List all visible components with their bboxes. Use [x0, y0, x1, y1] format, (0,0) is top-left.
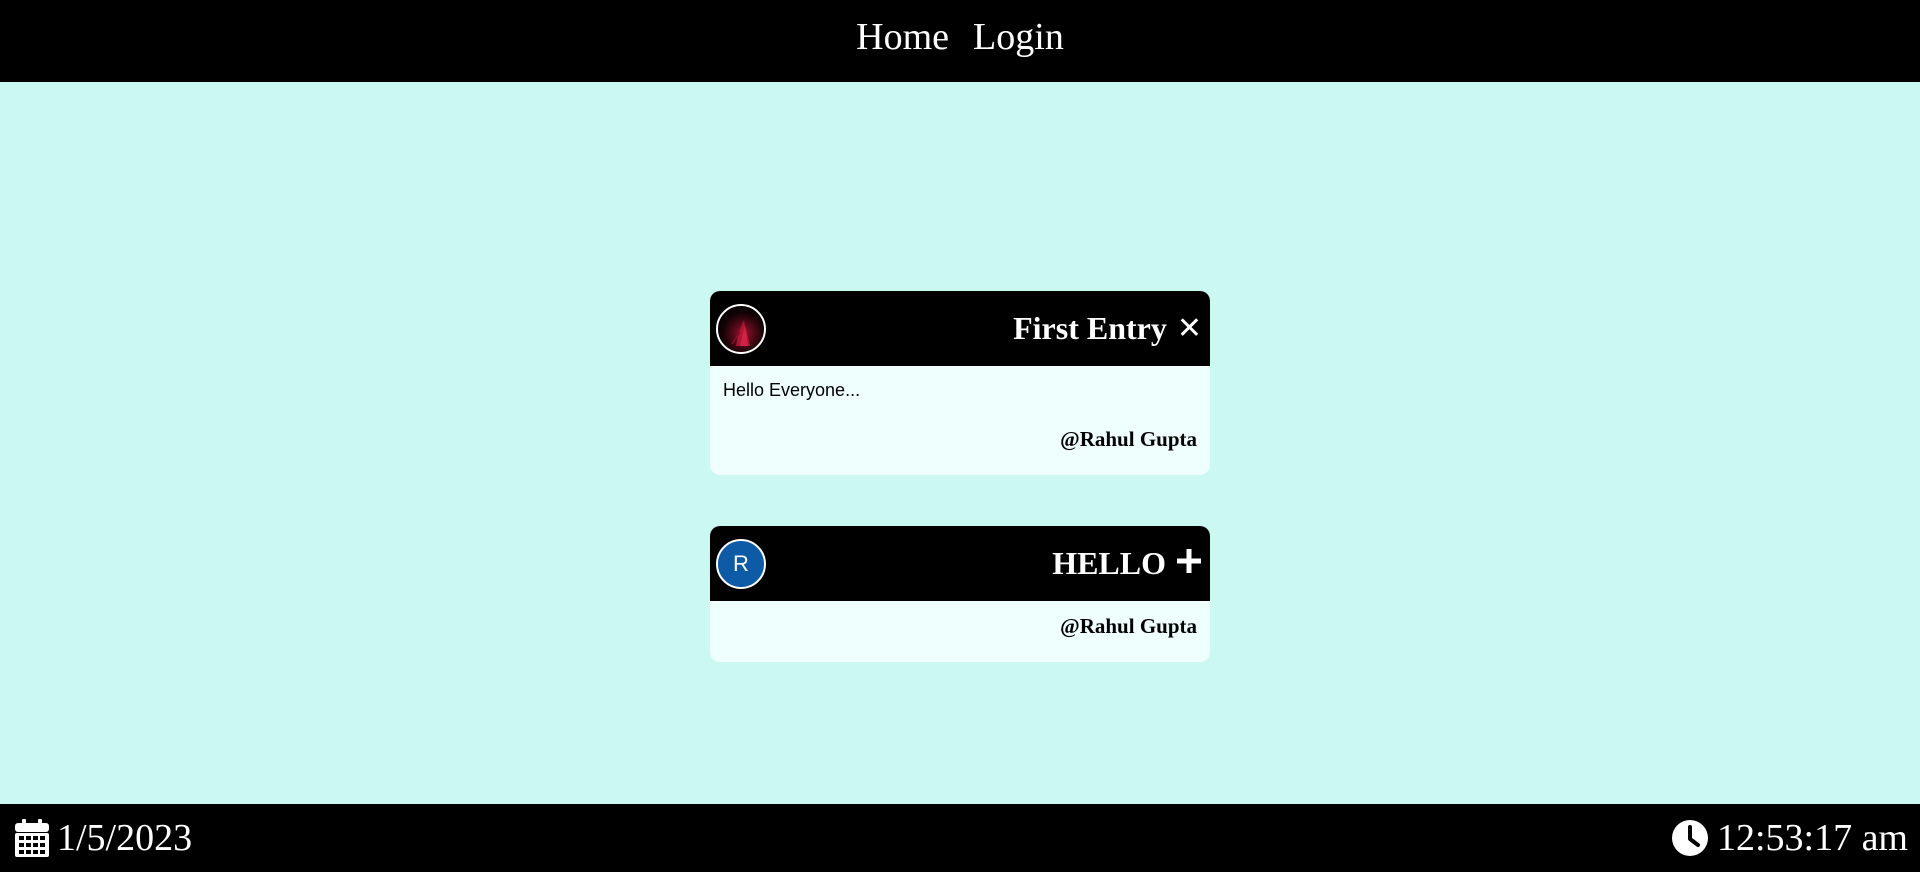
note-card-header: First Entry ✕ [710, 291, 1210, 366]
nav-home-link[interactable]: Home [856, 15, 949, 59]
avatar [716, 303, 766, 354]
note-author: @Rahul Gupta [1060, 614, 1197, 638]
note-body: Hello Everyone... [723, 380, 861, 400]
avatar-image [731, 319, 750, 346]
note-author: @Rahul Gupta [1060, 427, 1197, 451]
note-title: First Entry [1013, 310, 1167, 346]
clock-icon [1671, 820, 1708, 856]
date-display: 1/5/2023 [15, 816, 192, 860]
note-card-header: R HELLO [710, 526, 1210, 601]
close-icon[interactable]: ✕ [1177, 313, 1202, 344]
footer-bar: 1/5/2023 12:53:17 am [0, 804, 1920, 872]
note-title: HELLO [1052, 545, 1166, 581]
note-card: R HELLO @Rahul Gupta [710, 526, 1210, 662]
plus-icon-glyph [1177, 548, 1201, 573]
calendar-icon [15, 819, 49, 857]
nav-login-link[interactable]: Login [973, 15, 1064, 59]
note-card: First Entry ✕ Hello Everyone... @Rahul G… [710, 291, 1210, 475]
time-display: 12:53:17 am [1671, 816, 1908, 860]
top-navbar: Home Login [0, 0, 1920, 82]
avatar: R [716, 538, 766, 589]
date-text: 1/5/2023 [57, 817, 193, 859]
plus-icon[interactable] [1176, 548, 1202, 580]
time-text: 12:53:17 am [1716, 817, 1908, 859]
